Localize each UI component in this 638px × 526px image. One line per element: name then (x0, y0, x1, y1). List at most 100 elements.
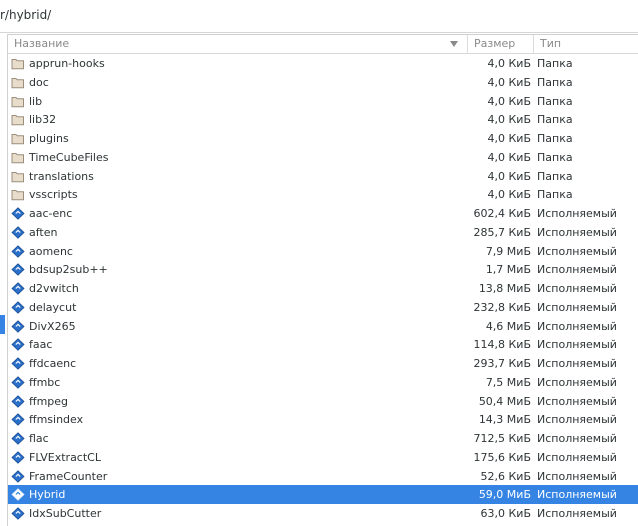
executable-icon (11, 450, 25, 464)
file-size: 712,5 КиБ (473, 432, 532, 445)
executable-icon (11, 300, 25, 314)
file-name: flac (29, 432, 49, 445)
file-row[interactable]: FLVExtractCL 175,6 КиБ Исполняемый (8, 448, 638, 467)
file-size: 602,4 КиБ (473, 207, 532, 220)
file-size: 59,0 МиБ (478, 488, 531, 502)
executable-icon (11, 263, 25, 277)
file-size: 4,6 МиБ (485, 319, 531, 333)
file-row[interactable]: faac 114,8 КиБ Исполняемый (8, 335, 638, 354)
file-type: Исполняемый (537, 338, 617, 352)
file-type: Папка (537, 150, 573, 164)
file-size: 4,0 КиБ (487, 169, 532, 183)
file-row[interactable]: bdsup2sub++ 1,7 МиБ Исполняемый (8, 260, 638, 279)
executable-icon (11, 225, 25, 239)
file-type: Исполняемый (537, 207, 617, 220)
file-size: 232,8 КиБ (473, 300, 532, 314)
file-row[interactable]: lib32 4,0 КиБ Папка (8, 110, 638, 129)
file-type: Исполняемый (537, 263, 617, 277)
file-name: ffmpeg (29, 394, 69, 408)
file-name: doc (29, 75, 49, 89)
column-header-type-label: Тип (540, 37, 562, 50)
column-header-size-label: Размер (474, 37, 516, 50)
file-row[interactable]: ffmbc 7,5 МиБ Исполняемый (8, 373, 638, 392)
file-type: Исполняемый (537, 300, 617, 314)
executable-icon (11, 488, 25, 502)
file-type: Папка (537, 75, 573, 89)
file-name: FrameCounter (29, 469, 108, 483)
file-type: Папка (537, 94, 573, 108)
file-name: plugins (29, 132, 69, 145)
file-size: 1,7 МиБ (485, 263, 531, 277)
executable-icon (11, 469, 25, 483)
file-row[interactable]: translations 4,0 КиБ Папка (8, 167, 638, 186)
file-row[interactable]: apprun-hooks 4,0 КиБ Папка (8, 54, 638, 73)
folder-icon (11, 76, 25, 89)
sort-descending-icon[interactable] (450, 41, 458, 47)
file-size: 52,6 КиБ (480, 469, 532, 483)
executable-icon (11, 394, 25, 408)
file-row[interactable]: d2vwitch 13,8 МиБ Исполняемый (8, 279, 638, 298)
file-name: Hybrid (29, 488, 66, 502)
file-size: 4,0 КиБ (487, 75, 532, 89)
file-row[interactable]: doc 4,0 КиБ Папка (8, 73, 638, 92)
executable-icon (11, 413, 25, 427)
file-row[interactable]: DivX265 4,6 МиБ Исполняемый (8, 317, 638, 336)
file-row[interactable]: IdxSubCutter 63,0 КиБ Исполняемый (8, 504, 638, 523)
file-name: lib (29, 94, 43, 108)
folder-icon (11, 188, 25, 201)
file-row[interactable]: FrameCounter 52,6 КиБ Исполняемый (8, 467, 638, 486)
file-type: Исполняемый (537, 413, 617, 427)
folder-icon (11, 151, 25, 164)
file-row[interactable]: delaycut 232,8 КиБ Исполняемый (8, 298, 638, 317)
file-row[interactable]: aac-enc 602,4 КиБ Исполняемый (8, 204, 638, 223)
file-name: aomenc (29, 244, 73, 258)
file-row[interactable]: aomenc 7,9 МиБ Исполняемый (8, 242, 638, 261)
file-row[interactable]: lib 4,0 КиБ Папка (8, 92, 638, 111)
executable-icon (11, 282, 25, 295)
file-type: Исполняемый (537, 432, 617, 445)
file-row[interactable]: Hybrid 59,0 МиБ Исполняемый (8, 485, 638, 505)
file-name: faac (29, 338, 53, 352)
file-size: 4,0 КиБ (487, 113, 532, 127)
file-type: Исполняемый (537, 507, 617, 520)
file-name: translations (29, 169, 94, 183)
folder-icon (11, 57, 25, 70)
file-type: Исполняемый (537, 375, 617, 389)
column-header-name-label: Название (14, 37, 70, 50)
file-row[interactable]: ffmpeg 50,4 МиБ Исполняемый (8, 392, 638, 411)
executable-icon (11, 319, 25, 333)
file-row[interactable]: ffdcaenc 293,7 КиБ Исполняемый (8, 354, 638, 373)
file-row[interactable]: aften 285,7 КиБ Исполняемый (8, 223, 638, 242)
file-name: d2vwitch (29, 282, 79, 295)
executable-icon (11, 375, 25, 389)
file-size: 7,9 МиБ (485, 244, 531, 258)
folder-icon (11, 170, 25, 183)
file-type: Папка (537, 132, 573, 145)
file-type: Папка (537, 57, 573, 70)
file-type: Папка (537, 113, 573, 127)
column-header-type[interactable]: Тип (533, 35, 638, 53)
file-row[interactable]: TimeCubeFiles 4,0 КиБ Папка (8, 148, 638, 167)
file-type: Исполняемый (537, 282, 617, 295)
file-row[interactable]: vsscripts 4,0 КиБ Папка (8, 185, 638, 204)
executable-icon (11, 432, 25, 445)
file-size: 7,5 МиБ (485, 375, 531, 389)
file-type: Исполняемый (537, 469, 617, 483)
column-header-bar: Название Размер Тип (8, 35, 638, 54)
executable-icon (11, 357, 25, 370)
column-header-size[interactable]: Размер (467, 35, 532, 53)
file-size: 4,0 КиБ (487, 132, 532, 145)
location-bar[interactable]: r/hybrid/ (0, 0, 638, 33)
column-header-name[interactable]: Название (8, 35, 466, 53)
file-type: Исполняемый (537, 394, 617, 408)
file-row[interactable]: plugins 4,0 КиБ Папка (8, 129, 638, 148)
file-type: Папка (537, 169, 573, 183)
file-name: aac-enc (29, 207, 73, 220)
file-list[interactable]: Название Размер Тип apprun-hooks 4,0 КиБ П… (7, 34, 638, 526)
location-path: r/hybrid/ (0, 8, 52, 22)
file-row[interactable]: flac 712,5 КиБ Исполняемый (8, 429, 638, 448)
executable-icon (11, 244, 25, 258)
file-row[interactable]: ffmsindex 14,3 МиБ Исполняемый (8, 410, 638, 429)
file-name: delaycut (29, 300, 77, 314)
file-size: 63,0 КиБ (480, 507, 532, 520)
